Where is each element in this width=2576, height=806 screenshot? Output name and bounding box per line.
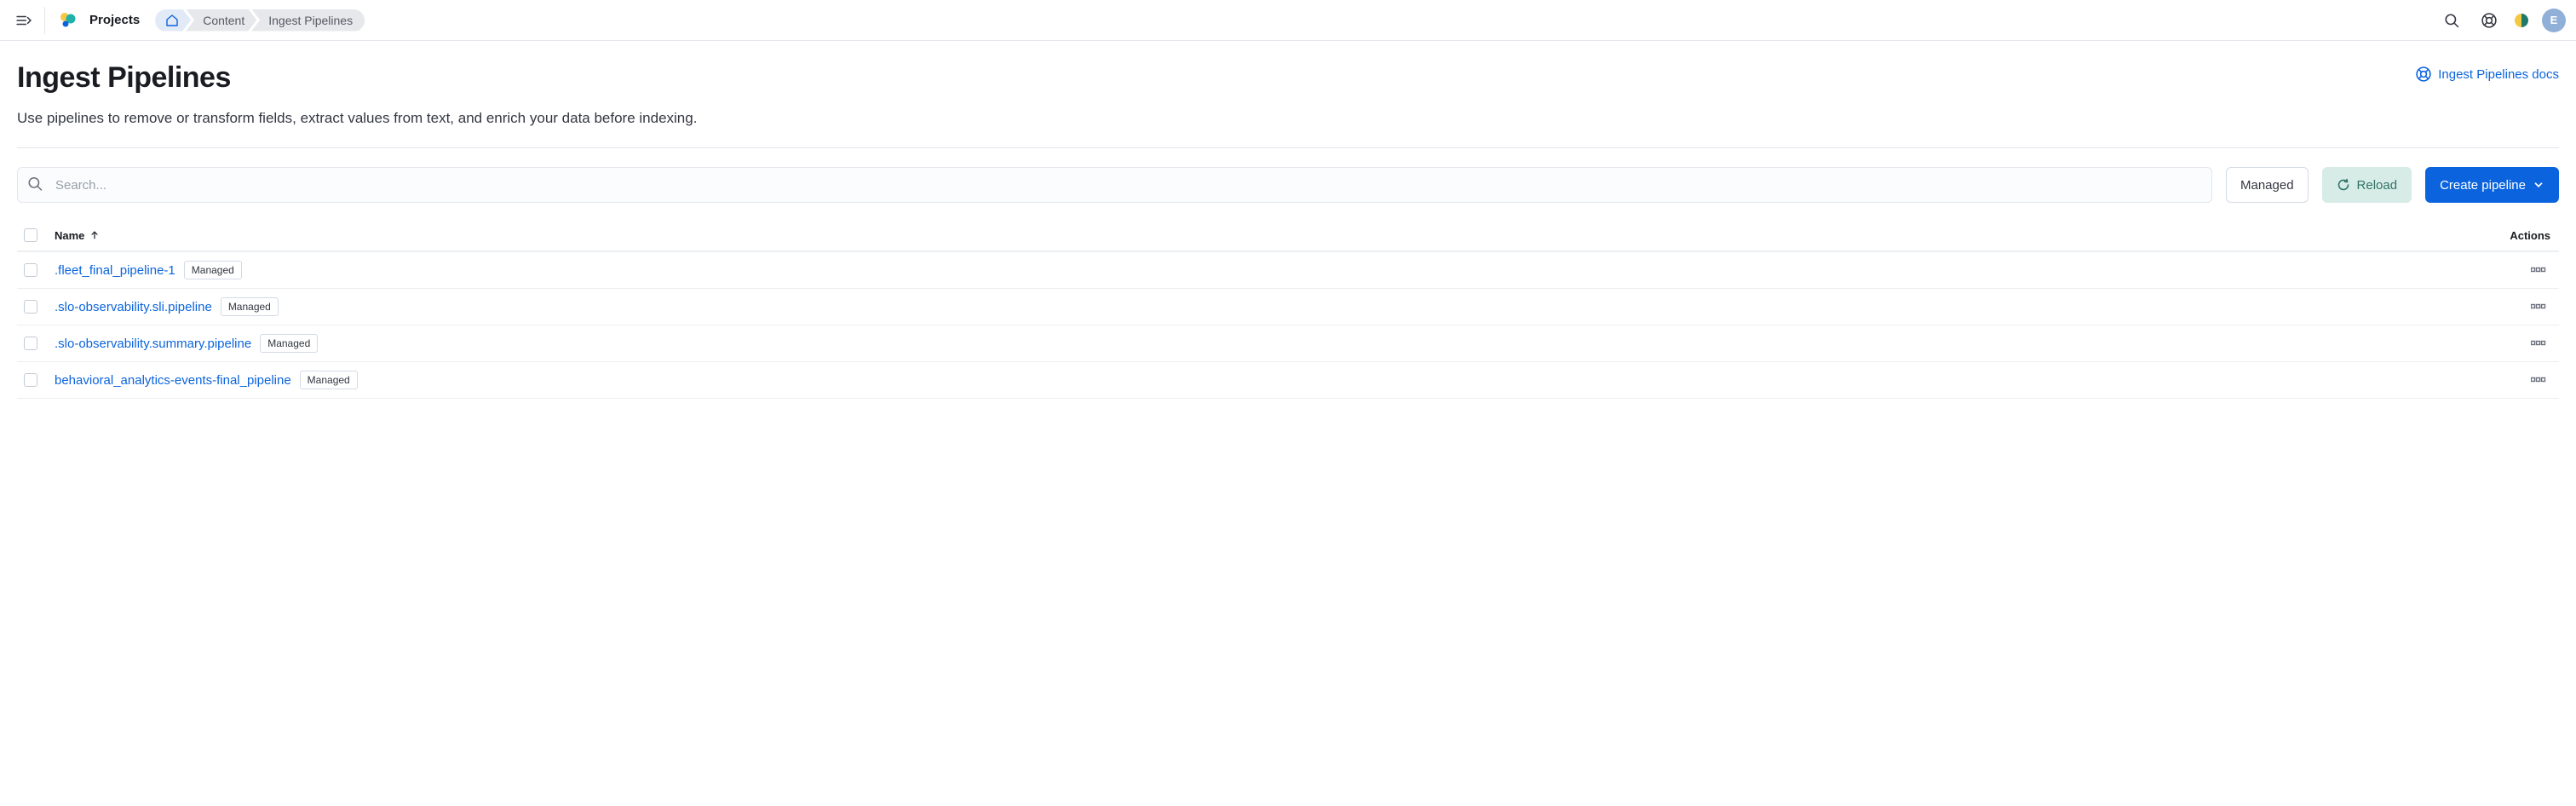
row-actions-cell [2482, 261, 2559, 279]
pipeline-name-link[interactable]: .fleet_final_pipeline-1 [55, 263, 175, 278]
managed-badge: Managed [184, 261, 242, 279]
create-pipeline-label: Create pipeline [2440, 178, 2526, 193]
breadcrumb-label: Content [203, 14, 244, 27]
row-select-cell [17, 373, 55, 387]
table-row: behavioral_analytics-events-final_pipeli… [17, 362, 2559, 399]
breadcrumb-ingest-pipelines[interactable]: Ingest Pipelines [251, 9, 365, 32]
reload-button[interactable]: Reload [2322, 167, 2412, 203]
table-row: .slo-observability.summary.pipeline Mana… [17, 325, 2559, 362]
user-avatar[interactable]: E [2542, 9, 2566, 32]
search-input[interactable] [17, 167, 2212, 203]
table-header-row: Name Actions [17, 220, 2559, 252]
row-select-cell [17, 300, 55, 314]
expand-nav-icon [16, 13, 32, 28]
elastic-logo[interactable] [57, 10, 78, 31]
pipelines-table: Name Actions .fleet_final_pipeline-1 M [17, 220, 2559, 399]
header-right: E [2440, 9, 2566, 32]
help-button[interactable] [2477, 9, 2501, 32]
avatar-initial: E [2550, 14, 2558, 26]
select-all-checkbox[interactable] [24, 228, 37, 242]
refresh-icon [2337, 178, 2350, 192]
row-checkbox[interactable] [24, 300, 37, 314]
search-button[interactable] [2440, 9, 2464, 32]
managed-filter-button[interactable]: Managed [2226, 167, 2309, 203]
controls-row: Managed Reload Create pipeline [17, 167, 2559, 203]
boxes-horizontal-icon [2531, 339, 2546, 348]
managed-badge: Managed [300, 371, 358, 389]
table-body: .fleet_final_pipeline-1 Managed [17, 252, 2559, 399]
pipeline-name-link[interactable]: .slo-observability.summary.pipeline [55, 337, 251, 351]
boxes-horizontal-icon [2531, 266, 2546, 274]
table-row: .fleet_final_pipeline-1 Managed [17, 252, 2559, 289]
page-title: Ingest Pipelines [17, 61, 231, 95]
row-actions-cell [2482, 371, 2559, 389]
docs-link[interactable]: Ingest Pipelines docs [2416, 66, 2559, 82]
row-name-cell: behavioral_analytics-events-final_pipeli… [55, 371, 2482, 389]
search-icon [27, 176, 43, 194]
row-actions-button[interactable] [2527, 297, 2550, 316]
header-left: Projects Content Ingest Pipelines [10, 7, 2440, 34]
app-header: Projects Content Ingest Pipelines [0, 0, 2576, 41]
select-all-cell [17, 228, 55, 242]
row-select-cell [17, 263, 55, 277]
managed-badge: Managed [221, 297, 279, 316]
breadcrumb-content[interactable]: Content [186, 9, 256, 32]
logo-icon [57, 10, 78, 31]
section-divider [17, 147, 2559, 148]
breadcrumb-label: Ingest Pipelines [268, 14, 353, 27]
managed-badge: Managed [260, 334, 318, 353]
row-actions-cell [2482, 334, 2559, 353]
row-name-cell: .slo-observability.sli.pipeline Managed [55, 297, 2482, 316]
breadcrumb: Content Ingest Pipelines [155, 9, 365, 32]
row-name-cell: .slo-observability.summary.pipeline Mana… [55, 334, 2482, 353]
create-pipeline-button[interactable]: Create pipeline [2425, 167, 2559, 203]
pipeline-name-link[interactable]: behavioral_analytics-events-final_pipeli… [55, 373, 291, 388]
table-row: .slo-observability.sli.pipeline Managed [17, 289, 2559, 325]
chevron-down-icon [2533, 179, 2544, 191]
reload-label: Reload [2357, 178, 2398, 193]
page-body: Ingest Pipelines Ingest Pipelines docs U… [0, 41, 2576, 419]
boxes-horizontal-icon [2531, 376, 2546, 384]
breadcrumb-home[interactable] [155, 9, 191, 32]
row-select-cell [17, 337, 55, 350]
projects-label[interactable]: Projects [89, 13, 140, 27]
sort-asc-icon [89, 230, 100, 240]
row-actions-button[interactable] [2527, 371, 2550, 389]
column-name-label: Name [55, 229, 84, 242]
row-actions-cell [2482, 297, 2559, 316]
header-divider [44, 7, 45, 34]
boxes-horizontal-icon [2531, 302, 2546, 311]
home-icon [165, 14, 179, 27]
pipeline-name-link[interactable]: .slo-observability.sli.pipeline [55, 300, 212, 314]
column-header-name[interactable]: Name [55, 229, 2482, 242]
managed-filter-label: Managed [2240, 178, 2294, 193]
search-field-wrapper [17, 167, 2212, 203]
row-checkbox[interactable] [24, 373, 37, 387]
row-checkbox[interactable] [24, 263, 37, 277]
row-name-cell: .fleet_final_pipeline-1 Managed [55, 261, 2482, 279]
page-subtitle: Use pipelines to remove or transform fie… [17, 110, 2559, 127]
docs-link-text: Ingest Pipelines docs [2438, 67, 2559, 82]
row-checkbox[interactable] [24, 337, 37, 350]
column-header-actions: Actions [2482, 229, 2559, 242]
lifering-icon [2416, 66, 2431, 82]
column-actions-label: Actions [2510, 229, 2550, 242]
page-header: Ingest Pipelines Ingest Pipelines docs [17, 61, 2559, 95]
nav-toggle-button[interactable] [10, 7, 37, 34]
row-actions-button[interactable] [2527, 334, 2550, 353]
search-icon [2444, 13, 2459, 28]
lifering-icon [2481, 13, 2497, 28]
theme-toggle[interactable] [2515, 14, 2528, 27]
row-actions-button[interactable] [2527, 261, 2550, 279]
